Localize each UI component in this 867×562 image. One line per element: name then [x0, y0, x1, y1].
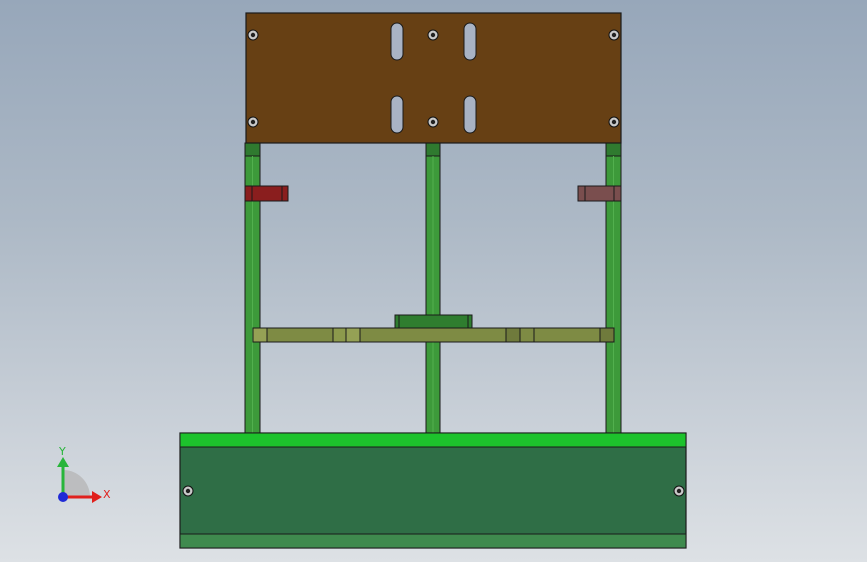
crossbar[interactable] [252, 327, 615, 343]
screw-icon [247, 116, 259, 128]
left-bracket[interactable] [244, 185, 289, 202]
x-arrow-icon [92, 491, 102, 503]
x-axis-label: X [103, 488, 111, 501]
base-bottom-strip [179, 533, 687, 549]
screw-icon [427, 116, 439, 128]
screw-icon [247, 29, 259, 41]
coordinate-triad[interactable]: Y X [57, 445, 111, 503]
screw-icon [608, 116, 620, 128]
screw-icon [673, 485, 685, 497]
slot-top-left [390, 22, 404, 61]
triad-quadrant [63, 470, 90, 497]
base-box[interactable] [179, 432, 687, 549]
cad-model-view[interactable]: Y X [0, 0, 867, 562]
center-block[interactable] [394, 314, 473, 330]
y-axis-label: Y [58, 445, 66, 458]
screw-icon [427, 29, 439, 41]
slot-bottom-right [463, 95, 477, 134]
graphics-viewport[interactable]: Y X [0, 0, 867, 562]
screw-icon [608, 29, 620, 41]
right-bracket[interactable] [577, 185, 622, 202]
slot-bottom-left [390, 95, 404, 134]
y-arrow-icon [57, 457, 69, 467]
screw-icon [182, 485, 194, 497]
slot-top-right [463, 22, 477, 61]
base-top-strip [179, 432, 687, 448]
top-plate[interactable] [245, 12, 622, 144]
z-axis-icon [58, 492, 68, 502]
center-post[interactable] [425, 142, 441, 434]
